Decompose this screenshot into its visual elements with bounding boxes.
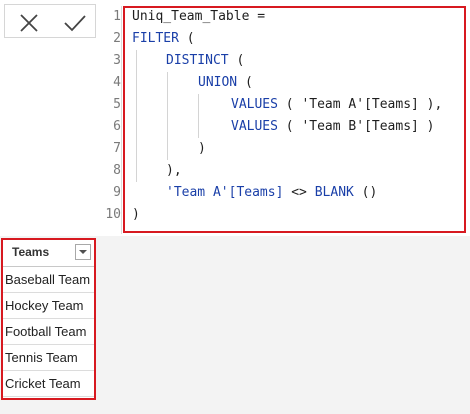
code-punctuation: (	[277, 97, 302, 112]
table-row[interactable]: Baseball Team	[2, 267, 96, 293]
line-number: 10	[105, 207, 121, 222]
indent-guide	[136, 50, 137, 182]
function-blank: BLANK	[314, 185, 354, 200]
code-line-9: 'Team A'[Teams] <> BLANK ()	[166, 182, 377, 204]
code-line-1: Uniq_Team_Table =	[132, 6, 265, 28]
line-number: 8	[113, 163, 121, 178]
code-punctuation: (	[237, 75, 253, 90]
code-line-6: VALUES ( 'Team B'[Teams] )	[231, 116, 435, 138]
code-line-4: UNION (	[198, 72, 253, 94]
code-line-5: VALUES ( 'Team A'[Teams] ),	[231, 94, 442, 116]
line-number: 3	[113, 53, 121, 68]
chevron-down-icon	[79, 250, 87, 254]
code-punctuation: (	[277, 119, 302, 134]
table-row[interactable]: Football Team	[2, 319, 96, 345]
code-punctuation: )	[198, 141, 206, 156]
checkmark-icon	[64, 15, 86, 32]
code-punctuation: (	[178, 31, 195, 46]
table-row[interactable]: Cricket Team	[2, 371, 96, 397]
code-line-3: DISTINCT (	[166, 50, 244, 72]
line-number-gutter: 1 2 3 4 5 6 7 8 9 10	[104, 6, 122, 234]
code-line-10: )	[132, 204, 140, 226]
code-line-7: )	[198, 138, 206, 160]
commit-controls	[4, 4, 96, 38]
measure-name: Uniq_Team_Table =	[132, 9, 266, 24]
table-row[interactable]: Tennis Team	[2, 345, 96, 371]
code-punctuation: ),	[418, 97, 443, 112]
function-values: VALUES	[231, 97, 278, 112]
code-punctuation: )	[132, 207, 140, 222]
code-punctuation: (	[228, 53, 245, 68]
column-header-label: Teams	[12, 245, 50, 259]
x-icon	[20, 14, 38, 32]
dax-formula-editor[interactable]: 1 2 3 4 5 6 7 8 9 10 Uniq_Team_Table = F…	[104, 6, 470, 234]
teams-table: Teams Baseball Team Hockey Team Football…	[2, 239, 96, 399]
function-distinct: DISTINCT	[166, 53, 229, 68]
formula-bar: 1 2 3 4 5 6 7 8 9 10 Uniq_Team_Table = F…	[0, 0, 470, 236]
commit-button[interactable]	[63, 13, 87, 33]
column-reference: 'Team A'[Teams]	[166, 185, 284, 200]
line-number: 1	[113, 9, 121, 24]
function-values: VALUES	[231, 119, 278, 134]
column-header[interactable]: Teams	[2, 239, 96, 267]
line-number: 9	[113, 185, 121, 200]
column-reference: 'Team B'[Teams]	[301, 119, 419, 134]
code-punctuation: )	[418, 119, 435, 134]
line-number: 6	[113, 119, 121, 134]
code-line-2: FILTER (	[132, 28, 195, 50]
column-reference: 'Team A'[Teams]	[301, 97, 419, 112]
cancel-button[interactable]	[19, 13, 39, 33]
function-union: UNION	[198, 75, 238, 90]
function-filter: FILTER	[132, 31, 179, 46]
table-row[interactable]: Hockey Team	[2, 293, 96, 319]
code-line-8: ),	[166, 160, 182, 182]
line-number: 4	[113, 75, 121, 90]
line-number: 5	[113, 97, 121, 112]
code-punctuation: ),	[166, 163, 182, 178]
line-number: 7	[113, 141, 121, 156]
filter-dropdown-button[interactable]	[75, 244, 91, 260]
indent-guide	[198, 94, 199, 138]
code-punctuation: ()	[353, 185, 378, 200]
indent-guide	[167, 72, 168, 160]
line-number: 2	[113, 31, 121, 46]
code-operator: <>	[283, 185, 315, 200]
